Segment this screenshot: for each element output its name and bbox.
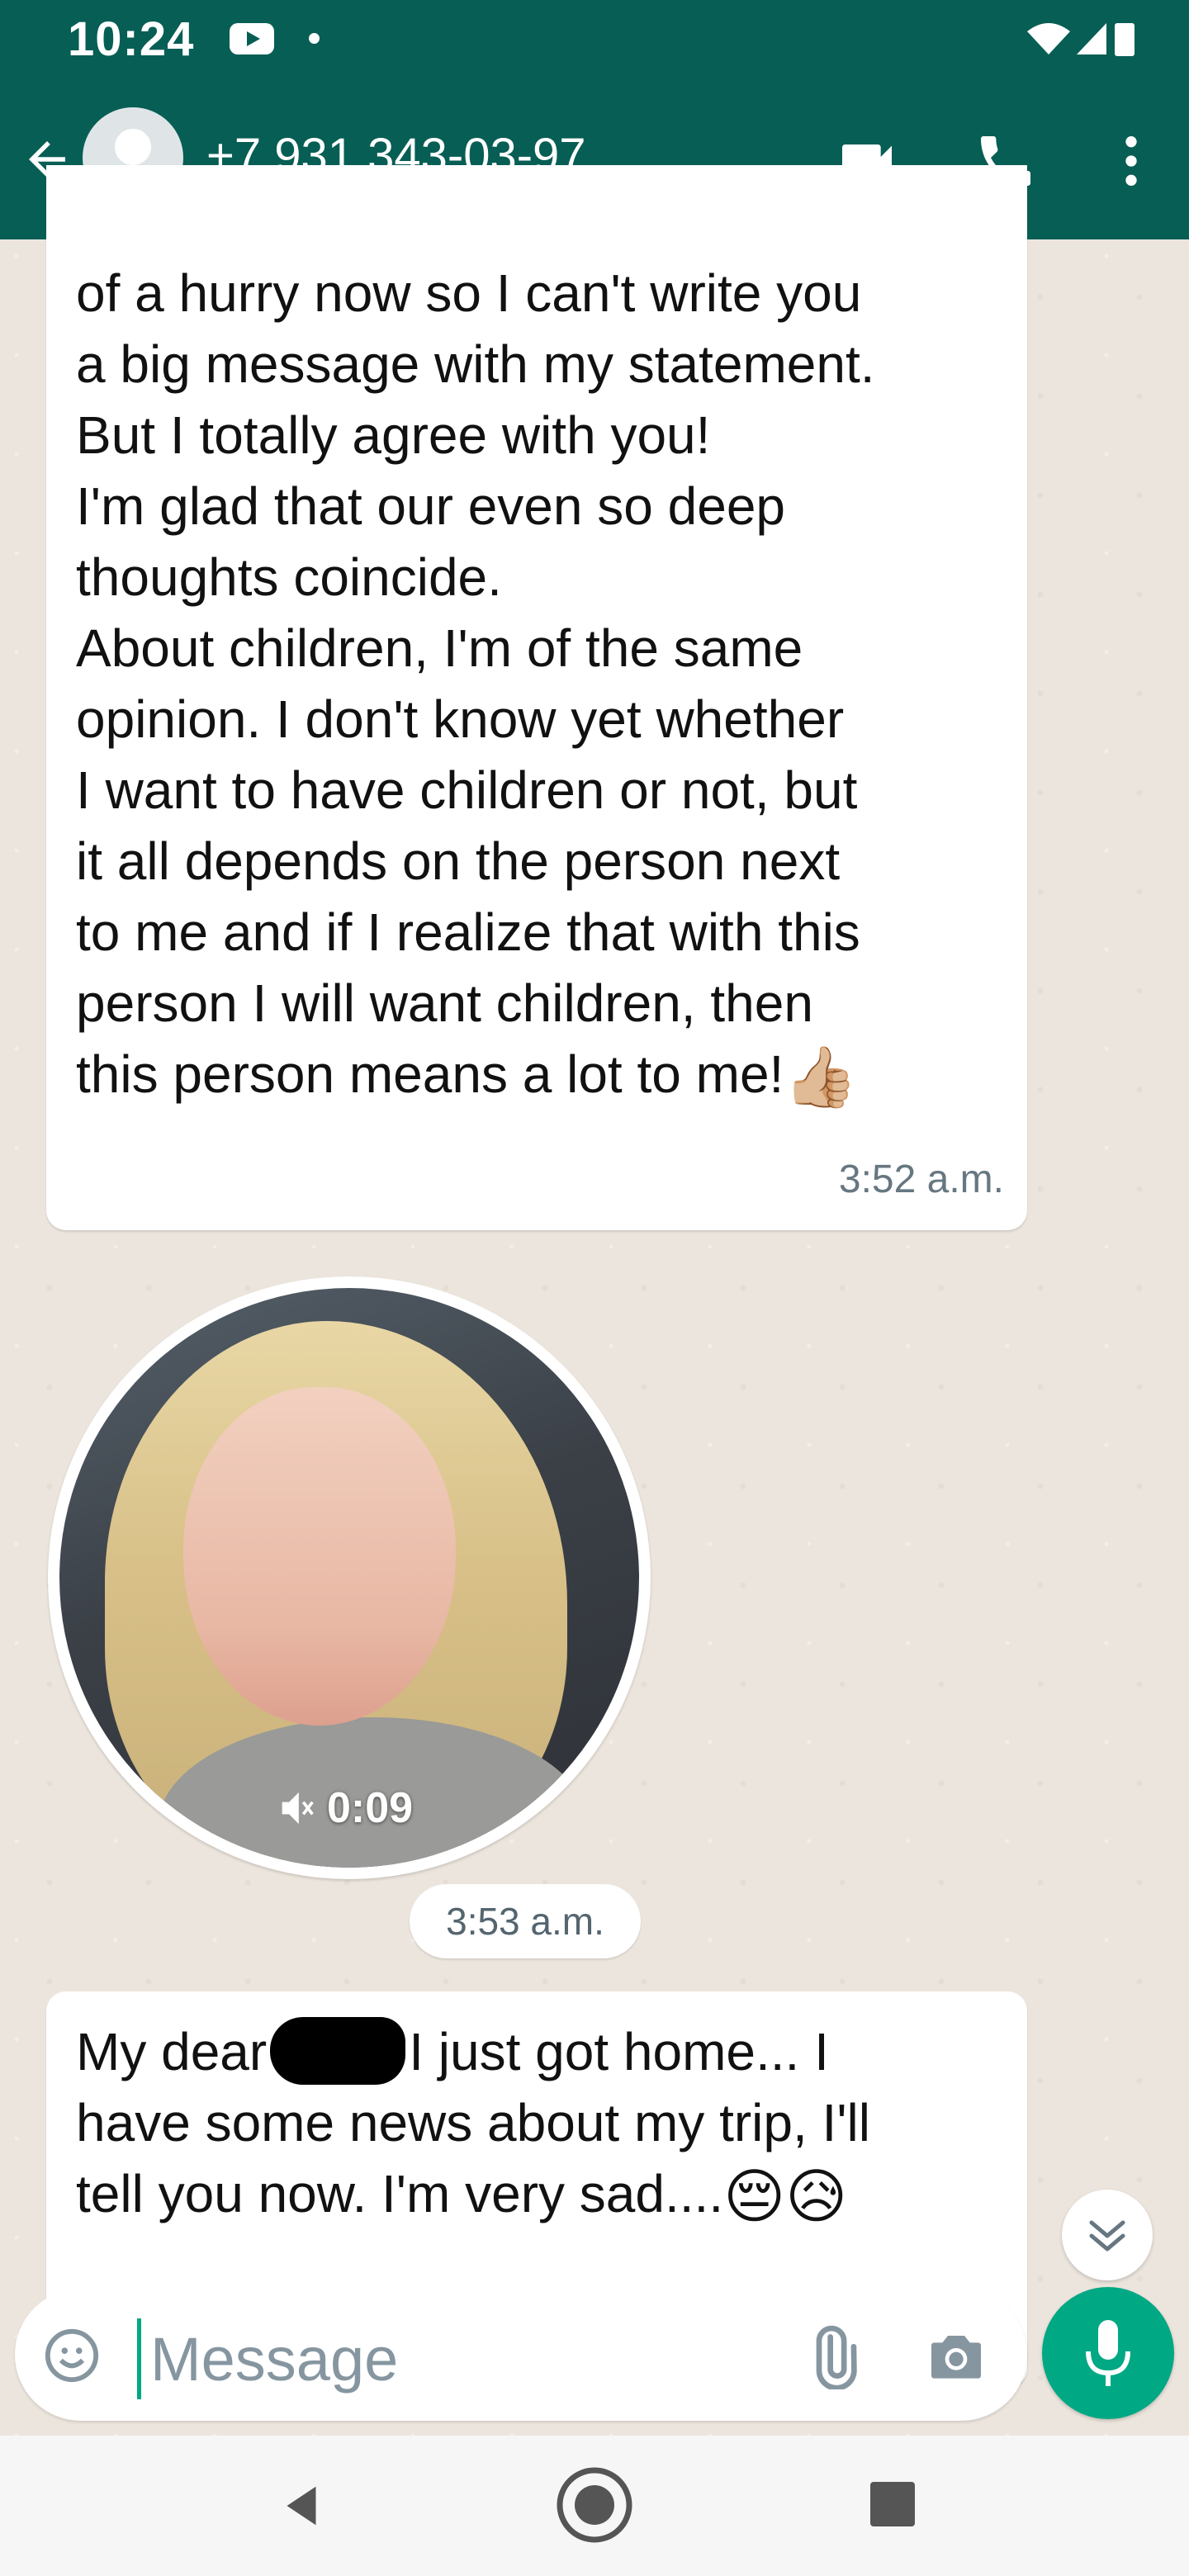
status-time: 10:24 bbox=[68, 12, 195, 66]
mic-icon[interactable] bbox=[1042, 2287, 1174, 2419]
mute-icon bbox=[282, 1792, 314, 1825]
message-timestamp: 3:52 a.m. bbox=[838, 1158, 1004, 1201]
battery-icon bbox=[1115, 23, 1135, 56]
youtube-icon bbox=[230, 23, 274, 54]
status-bar: 10:24 bbox=[0, 0, 1189, 83]
scroll-down-icon[interactable] bbox=[1062, 2190, 1153, 2280]
sad-emojis: 😔😥 bbox=[723, 2164, 848, 2230]
system-status-icons bbox=[1027, 23, 1135, 56]
nav-recents-icon[interactable] bbox=[870, 2482, 915, 2526]
notification-dot-icon bbox=[309, 33, 320, 44]
video-duration: 0:09 bbox=[327, 1784, 414, 1832]
message-text: My dear I just got home... I have some ne… bbox=[76, 2016, 1001, 2229]
attach-icon[interactable] bbox=[799, 2323, 865, 2389]
emoji-icon[interactable] bbox=[43, 2327, 101, 2384]
wifi-icon bbox=[1027, 23, 1070, 54]
signal-icon bbox=[1077, 23, 1106, 54]
camera-icon[interactable] bbox=[923, 2323, 989, 2389]
video-thumbnail bbox=[59, 1288, 639, 1868]
incoming-message-bubble[interactable]: of a hurry now so I can't write you a bi… bbox=[46, 165, 1027, 1230]
system-nav-bar bbox=[0, 2436, 1189, 2576]
text-cursor bbox=[137, 2318, 141, 2399]
message-input[interactable] bbox=[150, 2318, 778, 2399]
thumbs-up-emoji: 👍🏼 bbox=[784, 1044, 858, 1110]
nav-home-icon[interactable] bbox=[555, 2465, 634, 2545]
redaction-mark bbox=[270, 2017, 406, 2085]
message-text: of a hurry now so I can't write you a bi… bbox=[76, 263, 875, 1110]
message-timestamp-chip: 3:53 a.m. bbox=[410, 1884, 641, 1958]
more-icon[interactable] bbox=[1098, 128, 1164, 194]
nav-back-icon[interactable] bbox=[272, 2477, 330, 2535]
message-composer bbox=[15, 2289, 1027, 2421]
